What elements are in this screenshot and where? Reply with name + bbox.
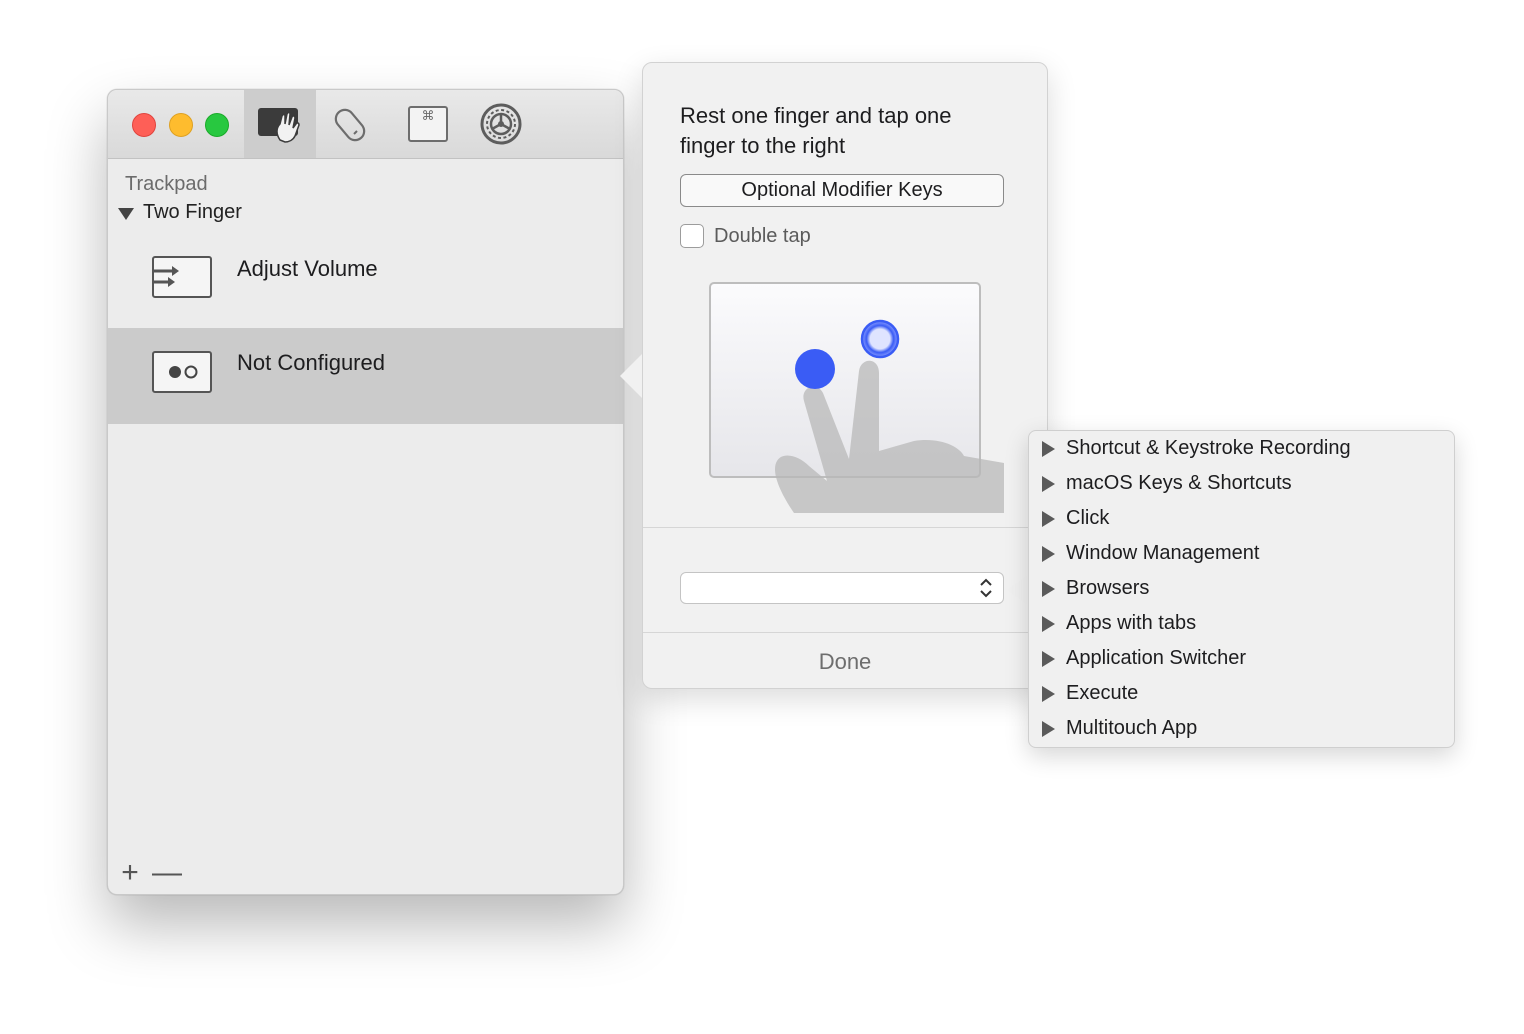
svg-text:⌘: ⌘ xyxy=(422,109,435,124)
gesture-swipe-icon xyxy=(152,256,212,298)
done-button[interactable]: Done xyxy=(643,633,1047,688)
close-button[interactable] xyxy=(132,113,156,137)
double-tap-option[interactable]: Double tap xyxy=(680,224,811,248)
keyboard-icon: ⌘ xyxy=(408,106,448,142)
resting-finger-dot xyxy=(795,349,835,389)
zoom-button[interactable] xyxy=(205,113,229,137)
magic-mouse-icon xyxy=(334,108,366,142)
submenu-triangle-icon xyxy=(1042,475,1055,492)
gesture-tap-icon xyxy=(152,351,212,393)
menu-item-shortcut-recording[interactable]: Shortcut & Keystroke Recording xyxy=(1029,431,1454,466)
add-gesture-button[interactable]: + xyxy=(118,858,142,888)
trackpad-icon xyxy=(258,108,300,143)
main-window: ⌘ Trackpad Two Finger Adjust Volume Not … xyxy=(107,89,624,895)
menu-item-window-management[interactable]: Window Management xyxy=(1029,536,1454,571)
submenu-triangle-icon xyxy=(1042,580,1055,597)
submenu-triangle-icon xyxy=(1042,650,1055,667)
tap-finger-ring xyxy=(860,319,900,359)
gesture-row-adjust-volume[interactable]: Adjust Volume xyxy=(108,232,623,328)
menu-item-label: Apps with tabs xyxy=(1066,612,1197,634)
menu-item-label: macOS Keys & Shortcuts xyxy=(1066,472,1292,494)
submenu-triangle-icon xyxy=(1042,545,1055,562)
submenu-triangle-icon xyxy=(1042,685,1055,702)
gesture-label: Adjust Volume xyxy=(237,256,378,281)
action-category-menu: Shortcut & Keystroke Recording macOS Key… xyxy=(1028,430,1455,748)
menu-item-label: Execute xyxy=(1066,682,1139,704)
menu-item-label: Browsers xyxy=(1066,577,1150,599)
sidebar-group-label: Two Finger xyxy=(143,201,242,223)
gesture-label: Not Configured xyxy=(237,350,385,375)
menu-item-browsers[interactable]: Browsers xyxy=(1029,571,1454,606)
disclosure-triangle-icon[interactable] xyxy=(118,207,134,220)
toolbar-keyboard-tab[interactable]: ⌘ xyxy=(392,90,464,158)
optional-modifier-keys-button[interactable]: Optional Modifier Keys xyxy=(680,174,1004,207)
submenu-triangle-icon xyxy=(1042,440,1055,457)
toolbar-settings-tab[interactable] xyxy=(465,90,537,158)
menu-item-label: Application Switcher xyxy=(1066,647,1247,669)
menu-item-apps-with-tabs[interactable]: Apps with tabs xyxy=(1029,606,1454,641)
remove-gesture-button[interactable]: — xyxy=(152,858,182,888)
toolbar: ⌘ xyxy=(108,90,623,159)
action-select[interactable] xyxy=(680,572,1004,604)
gesture-config-popover: Rest one finger and tap one finger to th… xyxy=(642,62,1048,689)
menu-item-label: Multitouch App xyxy=(1066,717,1198,739)
double-tap-checkbox[interactable] xyxy=(680,224,704,248)
updown-chevron-icon xyxy=(980,578,992,598)
menu-item-multitouch-app[interactable]: Multitouch App xyxy=(1029,711,1454,746)
double-tap-label: Double tap xyxy=(714,224,811,247)
sidebar-bottom-controls: + — xyxy=(118,858,182,888)
submenu-triangle-icon xyxy=(1042,510,1055,527)
menu-item-label: Shortcut & Keystroke Recording xyxy=(1066,437,1351,459)
toolbar-trackpad-tab[interactable] xyxy=(244,90,316,158)
gesture-row-not-configured[interactable]: Not Configured xyxy=(108,328,623,424)
menu-item-execute[interactable]: Execute xyxy=(1029,676,1454,711)
menu-item-label: Window Management xyxy=(1066,542,1260,564)
popover-arrow xyxy=(620,354,642,398)
minimize-button[interactable] xyxy=(169,113,193,137)
menu-item-application-switcher[interactable]: Application Switcher xyxy=(1029,641,1454,676)
gesture-description: Rest one finger and tap one finger to th… xyxy=(680,103,952,158)
trackpad-gesture-illustration xyxy=(709,282,1004,513)
sidebar-header: Trackpad xyxy=(125,173,208,195)
sidebar-group-two-finger[interactable]: Two Finger xyxy=(118,201,242,224)
settings-icon xyxy=(480,103,522,145)
menu-item-label: Click xyxy=(1066,507,1110,529)
submenu-triangle-icon xyxy=(1042,615,1055,632)
menu-item-macos-keys[interactable]: macOS Keys & Shortcuts xyxy=(1029,466,1454,501)
menu-item-click[interactable]: Click xyxy=(1029,501,1454,536)
toolbar-mouse-tab[interactable] xyxy=(316,90,388,158)
submenu-triangle-icon xyxy=(1042,720,1055,737)
menu-arrow xyxy=(1007,574,1029,606)
